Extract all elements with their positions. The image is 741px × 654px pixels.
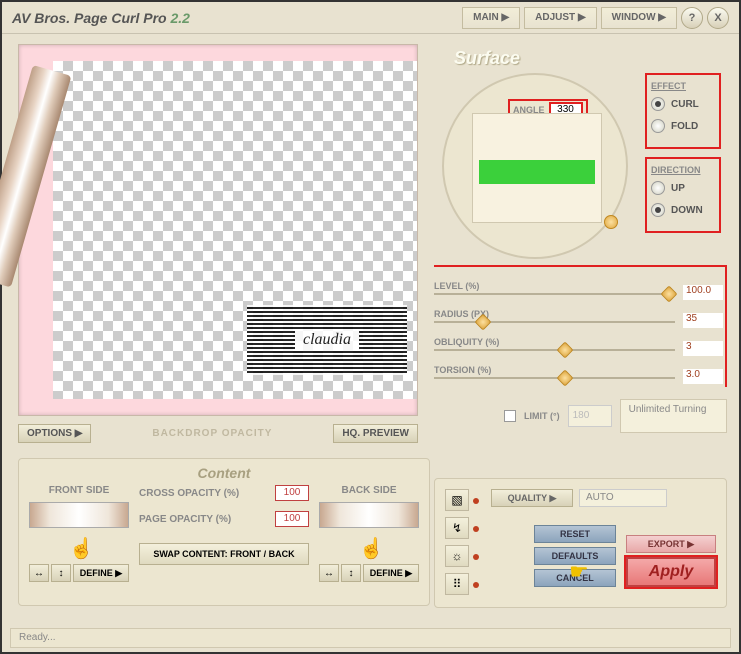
- obliquity-track[interactable]: [434, 349, 675, 351]
- obliquity-label: OBLIQUITY (%): [434, 337, 499, 347]
- radius-slider-row: RADIUS (PX) 35: [434, 311, 675, 331]
- limit-label: LIMIT (°): [524, 411, 560, 421]
- swap-content-button[interactable]: SWAP CONTENT: FRONT / BACK: [139, 543, 309, 565]
- pointer-icon: ☝: [69, 536, 89, 560]
- adjust-tab[interactable]: ADJUST ▶: [524, 7, 596, 29]
- main-tab[interactable]: MAIN ▶: [462, 7, 520, 29]
- status-bar: Ready...: [10, 628, 731, 648]
- title-bar: AV Bros. Page Curl Pro 2.2 MAIN ▶ ADJUST…: [2, 2, 739, 34]
- pointer-icon: ☛: [569, 559, 589, 585]
- back-flip-h-button[interactable]: ↔: [319, 564, 339, 582]
- dial-preview: [472, 113, 602, 223]
- back-flip-v-button[interactable]: ↕: [341, 564, 361, 582]
- angle-dial[interactable]: ANGLE 330: [442, 73, 628, 259]
- dot-icon: [473, 554, 479, 560]
- help-button[interactable]: ?: [681, 7, 703, 29]
- back-side-label: BACK SIDE: [319, 485, 419, 496]
- cross-opacity-value[interactable]: 100: [275, 485, 309, 501]
- front-flip-h-button[interactable]: ↔: [29, 564, 49, 582]
- up-radio[interactable]: [651, 181, 665, 195]
- limit-value[interactable]: 180: [568, 405, 612, 427]
- front-flip-v-button[interactable]: ↕: [51, 564, 71, 582]
- options-button[interactable]: OPTIONS ▶: [18, 424, 91, 443]
- torsion-knob[interactable]: [557, 370, 574, 387]
- dial-green-bar: [479, 160, 595, 184]
- watermark-text: claudia: [295, 329, 359, 351]
- radius-track[interactable]: [434, 321, 675, 323]
- level-value[interactable]: 100.0: [683, 285, 723, 300]
- torsion-track[interactable]: [434, 377, 675, 379]
- curl-label: CURL: [671, 99, 699, 110]
- page-opacity-label: PAGE OPACITY (%): [139, 514, 269, 525]
- limit-info: Unlimited Turning: [620, 399, 727, 433]
- render-mode-1-icon[interactable]: ▧: [445, 489, 469, 511]
- torsion-value[interactable]: 3.0: [683, 369, 723, 384]
- level-knob[interactable]: [661, 286, 678, 303]
- surface-title: Surface: [454, 48, 727, 69]
- render-mode-4-icon[interactable]: ⠿: [445, 573, 469, 595]
- brand: AV Bros.: [12, 10, 70, 26]
- up-label: UP: [671, 183, 685, 194]
- back-side-box: BACK SIDE ☝ ↔ ↕ DEFINE ▶: [319, 485, 419, 582]
- watermark: claudia: [247, 305, 407, 375]
- level-track[interactable]: [434, 293, 675, 295]
- dot-icon: [473, 498, 479, 504]
- direction-label: DIRECTION: [651, 165, 715, 175]
- torsion-slider-row: TORSION (%) 3.0: [434, 367, 675, 387]
- limit-checkbox[interactable]: [504, 410, 516, 422]
- angle-dial-area: ANGLE 330: [442, 73, 634, 265]
- down-label: DOWN: [671, 205, 703, 216]
- back-texture-swatch[interactable]: [319, 502, 419, 528]
- page-opacity-value[interactable]: 100: [275, 511, 309, 527]
- bottom-right-panel: ▧ ↯ ☼ ⠿ QUALITY ▶ AUTO RESET DEFAULTS CA…: [434, 478, 727, 608]
- fold-radio[interactable]: [651, 119, 665, 133]
- front-define-button[interactable]: DEFINE ▶: [73, 564, 129, 582]
- version: 2.2: [170, 10, 189, 26]
- window-tab[interactable]: WINDOW ▶: [601, 7, 677, 29]
- quality-button[interactable]: QUALITY ▶: [491, 489, 573, 507]
- quality-value: AUTO: [579, 489, 667, 507]
- torsion-label: TORSION (%): [434, 365, 491, 375]
- down-radio[interactable]: [651, 203, 665, 217]
- curl-radio[interactable]: [651, 97, 665, 111]
- radius-value[interactable]: 35: [683, 313, 723, 328]
- level-slider-row: LEVEL (%) 100.0: [434, 283, 675, 303]
- plugin-window: AV Bros. Page Curl Pro 2.2 MAIN ▶ ADJUST…: [0, 0, 741, 654]
- obliquity-value[interactable]: 3: [683, 341, 723, 356]
- dot-icon: [473, 582, 479, 588]
- dial-knob[interactable]: [604, 215, 618, 229]
- fold-label: FOLD: [671, 121, 698, 132]
- cross-opacity-label: CROSS OPACITY (%): [139, 488, 269, 499]
- export-button[interactable]: EXPORT ▶: [626, 535, 716, 553]
- apply-button[interactable]: Apply: [626, 557, 716, 587]
- hq-preview-button[interactable]: HQ. PREVIEW: [333, 424, 418, 443]
- product: Page Curl Pro: [74, 10, 167, 26]
- obliquity-knob[interactable]: [557, 342, 574, 359]
- app-title: AV Bros. Page Curl Pro 2.2: [12, 10, 190, 26]
- content-title: Content: [29, 465, 419, 481]
- front-side-label: FRONT SIDE: [29, 485, 129, 496]
- front-side-box: FRONT SIDE ☝ ↔ ↕ DEFINE ▶: [29, 485, 129, 582]
- level-label: LEVEL (%): [434, 281, 479, 291]
- render-mode-2-icon[interactable]: ↯: [445, 517, 469, 539]
- sliders-group: LEVEL (%) 100.0 RADIUS (PX) 35 OBLIQUITY…: [434, 265, 727, 387]
- backdrop-opacity-label: BACKDROP OPACITY: [101, 428, 323, 439]
- render-mode-3-icon[interactable]: ☼: [445, 545, 469, 567]
- obliquity-slider-row: OBLIQUITY (%) 3: [434, 339, 675, 359]
- close-button[interactable]: X: [707, 7, 729, 29]
- pointer-icon: ☝: [359, 536, 379, 560]
- preview-pane: claudia: [18, 44, 418, 416]
- direction-group: DIRECTION UP DOWN: [645, 157, 721, 233]
- effect-label: EFFECT: [651, 81, 715, 91]
- back-define-button[interactable]: DEFINE ▶: [363, 564, 419, 582]
- effect-group: EFFECT CURL FOLD: [645, 73, 721, 149]
- content-panel: Content FRONT SIDE ☝ ↔ ↕ DEFINE ▶ CR: [18, 458, 430, 606]
- front-texture-swatch[interactable]: [29, 502, 129, 528]
- dot-icon: [473, 526, 479, 532]
- reset-button[interactable]: RESET: [534, 525, 616, 543]
